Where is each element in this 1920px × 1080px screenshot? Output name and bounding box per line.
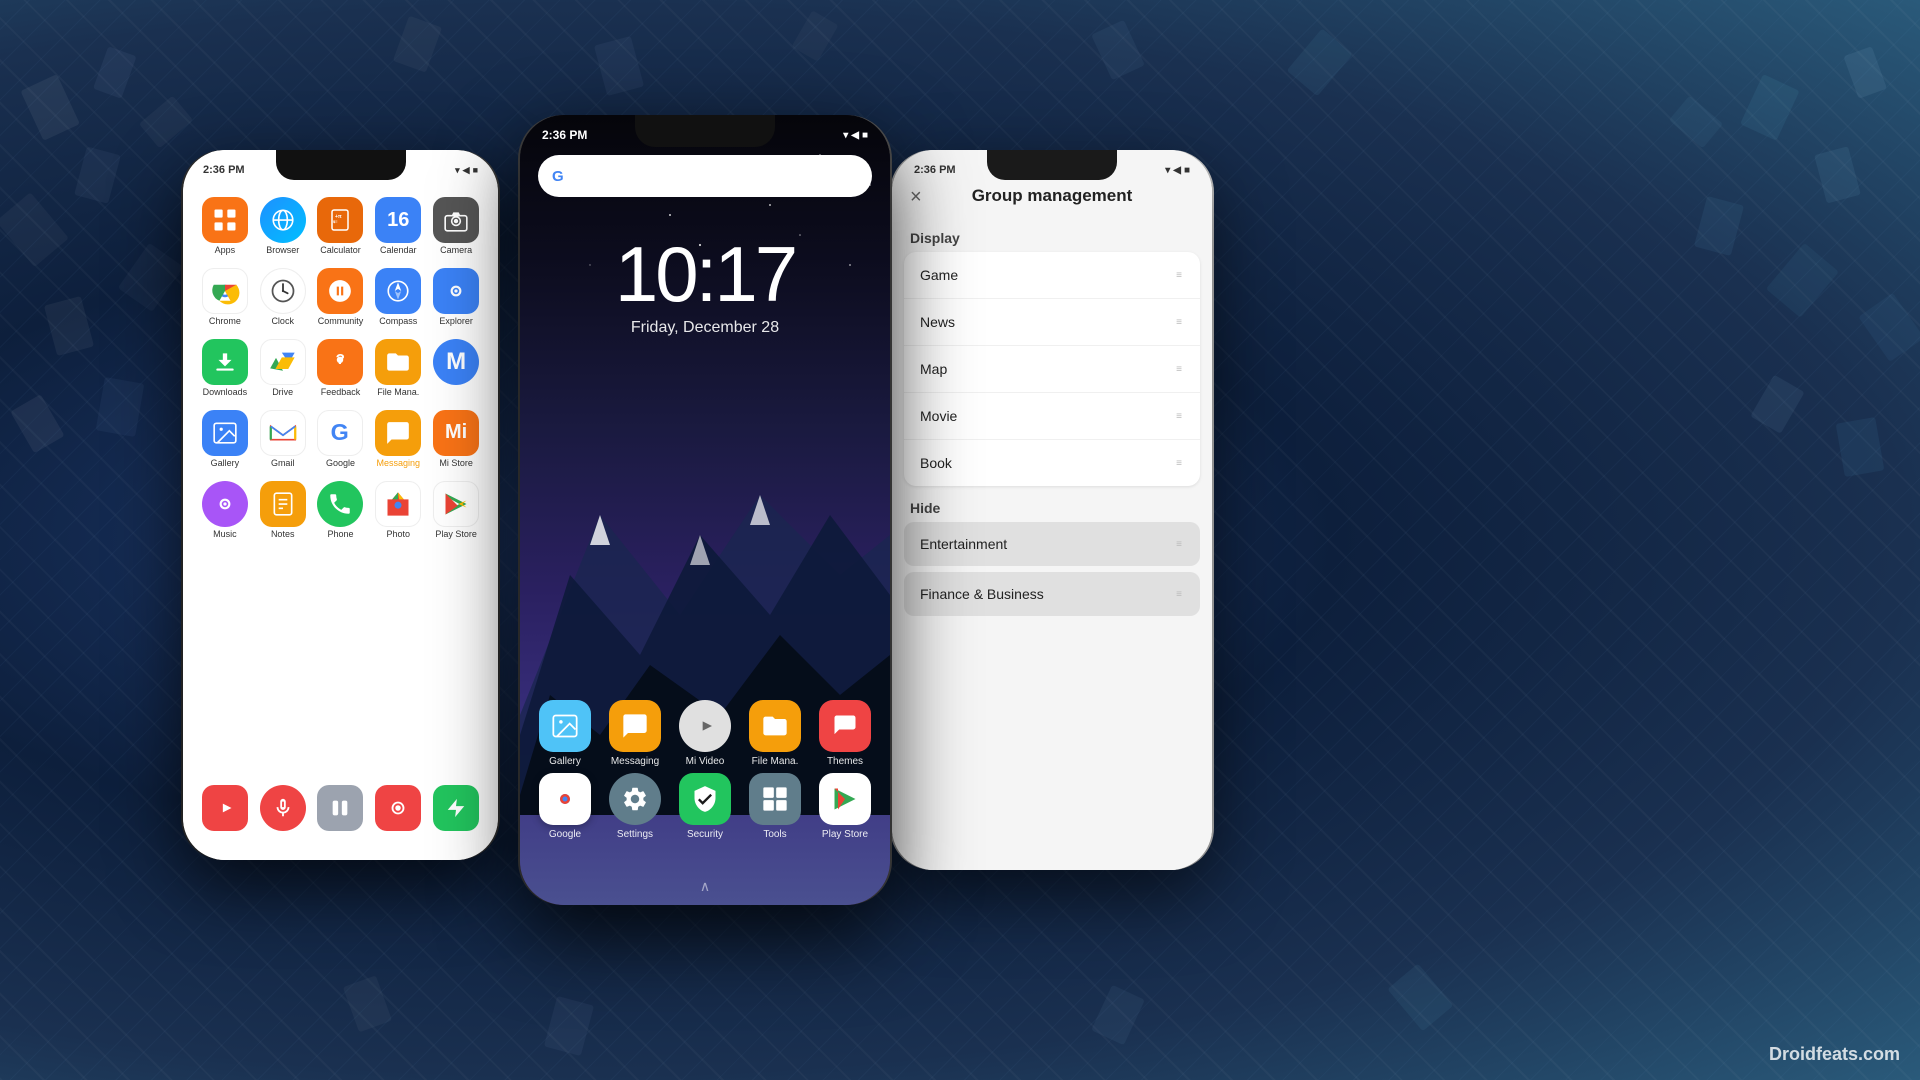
group-item-book[interactable]: Book ≡ bbox=[904, 440, 1200, 486]
app-chrome[interactable]: Chrome bbox=[198, 264, 252, 331]
app-youtube[interactable] bbox=[198, 781, 252, 835]
svg-text:$≡: $≡ bbox=[333, 219, 338, 224]
app-filemanager[interactable]: File Mana. bbox=[371, 335, 425, 402]
dock-settings[interactable]: Settings bbox=[609, 773, 661, 840]
app-grid-left: Apps Browser +π$≡ Calculator bbox=[193, 188, 488, 548]
clock-date: Friday, December 28 bbox=[520, 319, 890, 337]
dock-row-1: Gallery Messaging Mi Video bbox=[520, 700, 890, 767]
dock-filemanager[interactable]: File Mana. bbox=[749, 700, 801, 767]
group-item-news[interactable]: News ≡ bbox=[904, 299, 1200, 346]
time-display: 10:17 Friday, December 28 bbox=[520, 235, 890, 337]
app-photos[interactable]: Photo bbox=[371, 477, 425, 544]
time-center: 2:36 PM bbox=[542, 128, 587, 142]
display-label: Display bbox=[892, 220, 1212, 252]
status-bar-right: 2:36 PM ▾ ◀ ■ bbox=[892, 158, 1212, 182]
app-downloads[interactable]: Downloads bbox=[198, 335, 252, 402]
time-left: 2:36 PM bbox=[203, 164, 245, 176]
app-phone[interactable]: Phone bbox=[314, 477, 368, 544]
phone-center: 2:36 PM ▾ ◀ ■ G 10:17 Friday, December 2… bbox=[520, 115, 890, 905]
app-recorder[interactable] bbox=[371, 781, 425, 835]
app-feedback[interactable]: ? Feedback bbox=[314, 335, 368, 402]
phone-left: 2:36 PM ▾ ◀ ■ Apps bbox=[183, 150, 498, 860]
app-flash[interactable] bbox=[429, 781, 483, 835]
phone-right-screen: 2:36 PM ▾ ◀ ■ × Group management Display bbox=[892, 150, 1212, 870]
dock-themes[interactable]: Themes bbox=[819, 700, 871, 767]
app-explorer[interactable]: Explorer bbox=[429, 264, 483, 331]
group-item-movie[interactable]: Movie ≡ bbox=[904, 393, 1200, 440]
app-voice[interactable] bbox=[256, 781, 310, 835]
notch-left bbox=[276, 150, 406, 180]
app-notes[interactable]: Notes bbox=[256, 477, 310, 544]
group-item-game[interactable]: Game ≡ bbox=[904, 252, 1200, 299]
hide-label: Hide bbox=[892, 486, 1212, 522]
app-clock[interactable]: Clock bbox=[256, 264, 310, 331]
clock-time: 10:17 bbox=[520, 235, 890, 313]
dock-google[interactable]: Google bbox=[539, 773, 591, 840]
app-community[interactable]: Community bbox=[314, 264, 368, 331]
dock-playstore[interactable]: Play Store bbox=[819, 773, 871, 840]
dock-tools[interactable]: Tools bbox=[749, 773, 801, 840]
svg-text:?: ? bbox=[336, 351, 345, 368]
app-mistore[interactable]: Mi Mi Store bbox=[429, 406, 483, 473]
app-calendar[interactable]: 16 Calendar bbox=[371, 193, 425, 260]
home-indicator: ∧ bbox=[700, 878, 710, 895]
app-gmail[interactable]: Gmail bbox=[256, 406, 310, 473]
dock-gallery[interactable]: Gallery bbox=[539, 700, 591, 767]
phone-right: 2:36 PM ▾ ◀ ■ × Group management Display bbox=[892, 150, 1212, 870]
app-calculator[interactable]: +π$≡ Calculator bbox=[314, 193, 368, 260]
app-google[interactable]: G Google bbox=[314, 406, 368, 473]
search-bar-center[interactable]: G bbox=[538, 155, 872, 197]
app-camera[interactable]: Camera bbox=[429, 193, 483, 260]
phones-container: 2:36 PM ▾ ◀ ■ Apps bbox=[0, 0, 1920, 1080]
hide-item-finance[interactable]: Finance & Business ≡ bbox=[904, 572, 1200, 616]
app-playstore[interactable]: Play Store bbox=[429, 477, 483, 544]
dock-mivideo[interactable]: Mi Video bbox=[679, 700, 731, 767]
group-item-map[interactable]: Map ≡ bbox=[904, 346, 1200, 393]
app-gallery[interactable]: Gallery bbox=[198, 406, 252, 473]
phone-center-screen: 2:36 PM ▾ ◀ ■ G 10:17 Friday, December 2… bbox=[520, 115, 890, 905]
app-apps[interactable]: Apps bbox=[198, 193, 252, 260]
status-icons-center: ▾ ◀ ■ bbox=[843, 130, 868, 141]
group-management-content: Display Game ≡ News ≡ Map ≡ bbox=[892, 220, 1212, 870]
svg-text:G: G bbox=[331, 419, 349, 445]
dock-row-2: Google Settings Security bbox=[520, 773, 890, 840]
hide-item-entertainment[interactable]: Entertainment ≡ bbox=[904, 522, 1200, 566]
display-list: Game ≡ News ≡ Map ≡ Movie bbox=[904, 252, 1200, 486]
dock-security[interactable]: Security bbox=[679, 773, 731, 840]
phone-left-screen: 2:36 PM ▾ ◀ ■ Apps bbox=[183, 150, 498, 860]
status-icons-right: ▾ ◀ ■ bbox=[1165, 165, 1190, 176]
dock-messaging[interactable]: Messaging bbox=[609, 700, 661, 767]
svg-text:G: G bbox=[552, 168, 564, 185]
app-browser[interactable]: Browser bbox=[256, 193, 310, 260]
time-right: 2:36 PM bbox=[914, 164, 956, 176]
google-logo: G bbox=[552, 166, 572, 186]
app-miui[interactable] bbox=[314, 781, 368, 835]
status-bar-center: 2:36 PM ▾ ◀ ■ bbox=[520, 123, 890, 147]
app-grid-bottom bbox=[193, 776, 488, 840]
group-management-title: Group management bbox=[892, 186, 1212, 206]
app-music[interactable]: Music bbox=[198, 477, 252, 544]
status-icons-left: ▾ ◀ ■ bbox=[455, 165, 478, 176]
app-compass[interactable]: Compass bbox=[371, 264, 425, 331]
app-drive[interactable]: Drive bbox=[256, 335, 310, 402]
app-m[interactable]: M bbox=[429, 335, 483, 402]
app-messaging[interactable]: Messaging bbox=[371, 406, 425, 473]
watermark: Droidfeats.com bbox=[1769, 1044, 1900, 1065]
